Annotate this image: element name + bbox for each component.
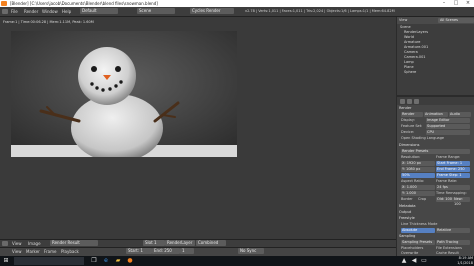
render-pass-dropdown[interactable]: Combined	[196, 240, 226, 246]
frame-rate-dropdown[interactable]: 24 fps	[436, 185, 470, 190]
visibility-icons[interactable]	[458, 30, 470, 75]
menu-render[interactable]: Render	[24, 8, 38, 15]
ie-menu-image[interactable]: Image	[28, 240, 41, 247]
tl-menu-frame[interactable]: Frame	[44, 248, 56, 255]
render-result-image[interactable]	[11, 31, 237, 157]
absolute-toggle[interactable]: Absolute	[401, 228, 435, 233]
path-tracing-dropdown[interactable]: Path Tracing	[436, 240, 470, 245]
image-name-field[interactable]: Render Result	[50, 240, 98, 246]
slot-dropdown[interactable]: Slot 1	[143, 240, 165, 246]
dimensions-header[interactable]: Dimensions	[399, 143, 472, 148]
editor-type-icon[interactable]	[2, 9, 8, 14]
relative-toggle[interactable]: Relative	[436, 228, 470, 233]
maximize-button[interactable]: □	[450, 0, 462, 7]
render-engine-dropdown[interactable]: Cycles Render	[190, 8, 234, 14]
blender-taskbar-icon[interactable]: ●	[126, 257, 134, 265]
start-frame-field[interactable]: Start Frame: 1	[436, 161, 470, 166]
notification-icon[interactable]: ▭	[420, 257, 428, 265]
ie-menu-view[interactable]: View	[12, 240, 22, 247]
tl-menu-playback[interactable]: Playback	[61, 248, 79, 255]
frame-rate-label: Frame Rate:	[436, 179, 458, 183]
end-frame-field[interactable]: End: 250	[152, 248, 180, 254]
scene-tab-icon[interactable]	[414, 99, 419, 104]
time-new-field[interactable]: New: 100	[453, 197, 470, 206]
render-panel-header[interactable]: Render	[399, 106, 472, 111]
network-icon[interactable]: ▲	[400, 257, 408, 265]
osl-checkbox[interactable]: Open Shading Language	[401, 136, 444, 141]
device-dropdown[interactable]: CPU	[426, 130, 470, 135]
line-thickness-label: Line Thickness Mode	[401, 222, 438, 226]
resolution-x-field[interactable]: X: 1920 px	[401, 161, 435, 166]
feature-set-dropdown[interactable]: Supported	[426, 124, 470, 129]
tl-menu-marker[interactable]: Marker	[26, 248, 40, 255]
window-title: [Blender] [C:\Users\jacob\Documents\Blen…	[10, 1, 158, 6]
outliner-item[interactable]: Sphere	[404, 70, 416, 75]
time-old-field[interactable]: Old: 100	[436, 197, 453, 202]
clock-date: 1/1/2018	[457, 261, 473, 265]
metadata-header[interactable]: Metadata	[399, 204, 472, 209]
aspect-y-field[interactable]: Y: 1.000	[401, 191, 435, 196]
task-view-icon[interactable]: ❐	[90, 257, 98, 265]
scene-stats: v2.78 | Verts:1,011 | Faces:1,011 | Tris…	[245, 9, 395, 13]
current-frame-field[interactable]: 1	[180, 248, 194, 254]
camera-tab-icon[interactable]	[400, 99, 405, 104]
animation-button[interactable]: Animation	[424, 112, 448, 117]
sync-dropdown[interactable]: No Sync	[238, 248, 264, 254]
device-label: Device:	[401, 130, 415, 134]
display-label: Display:	[401, 118, 415, 122]
outliner-view-menu[interactable]: View	[399, 17, 407, 24]
audio-button[interactable]: Audio	[449, 112, 471, 117]
edge-browser-icon[interactable]: e	[102, 257, 110, 265]
title-bar: [Blender] [C:\Users\jacob\Documents\Blen…	[0, 0, 474, 7]
render-layer-dropdown[interactable]: RenderLayer	[165, 240, 195, 246]
tl-menu-view[interactable]: View	[12, 248, 22, 255]
aspect-ratio-label: Aspect Ratio:	[401, 179, 425, 183]
display-dropdown[interactable]: Image Editor	[426, 118, 470, 123]
freestyle-header[interactable]: Freestyle	[399, 216, 472, 221]
crop-checkbox[interactable]: Crop	[418, 197, 426, 202]
scene-dropdown[interactable]: Scene	[137, 8, 175, 14]
minimize-button[interactable]: –	[438, 0, 450, 7]
windows-start-icon[interactable]: ⊞	[2, 257, 10, 265]
resolution-label: Resolution:	[401, 155, 421, 159]
border-checkbox[interactable]: Border	[401, 197, 413, 202]
feature-set-label: Feature Set:	[401, 124, 423, 128]
volume-icon[interactable]: ◀	[410, 257, 418, 265]
render-button[interactable]: Render	[401, 112, 423, 117]
time-remapping-label: Time Remapping:	[436, 191, 467, 195]
taskbar-search-box[interactable]	[14, 257, 84, 265]
layout-dropdown[interactable]: Default	[80, 8, 118, 14]
outliner-display-dropdown[interactable]: All Scenes	[438, 18, 474, 23]
taskbar-clock[interactable]: 8:19 AM 1/1/2018	[437, 256, 473, 266]
render-presets-dropdown[interactable]: Render Presets	[401, 149, 470, 154]
resolution-percent-slider[interactable]: 50%	[401, 173, 435, 178]
start-frame-field[interactable]: Start: 1	[126, 248, 152, 254]
frame-range-label: Frame Range:	[436, 155, 461, 159]
aspect-x-field[interactable]: X: 1.000	[401, 185, 435, 190]
blender-app-icon	[1, 1, 7, 6]
frame-step-field[interactable]: Frame Step: 1	[436, 173, 470, 178]
resolution-y-field[interactable]: Y: 1080 px	[401, 167, 435, 172]
file-explorer-icon[interactable]: ▰	[114, 257, 122, 265]
end-frame-field[interactable]: End Frame: 250	[436, 167, 470, 172]
image-editor-type-icon[interactable]	[2, 241, 8, 246]
close-button[interactable]: ×	[462, 0, 474, 7]
sampling-header[interactable]: Sampling	[399, 234, 472, 239]
output-header[interactable]: Output	[399, 210, 472, 215]
menu-window[interactable]: Window	[42, 8, 58, 15]
sampling-presets-dropdown[interactable]: Sampling Presets	[401, 240, 435, 245]
menu-file[interactable]: File	[11, 8, 18, 15]
layers-tab-icon[interactable]	[407, 99, 412, 104]
menu-help[interactable]: Help	[62, 8, 71, 15]
render-stats: Frame:1 | Time:00:06.28 | Mem:1.11M, Pea…	[3, 20, 94, 24]
